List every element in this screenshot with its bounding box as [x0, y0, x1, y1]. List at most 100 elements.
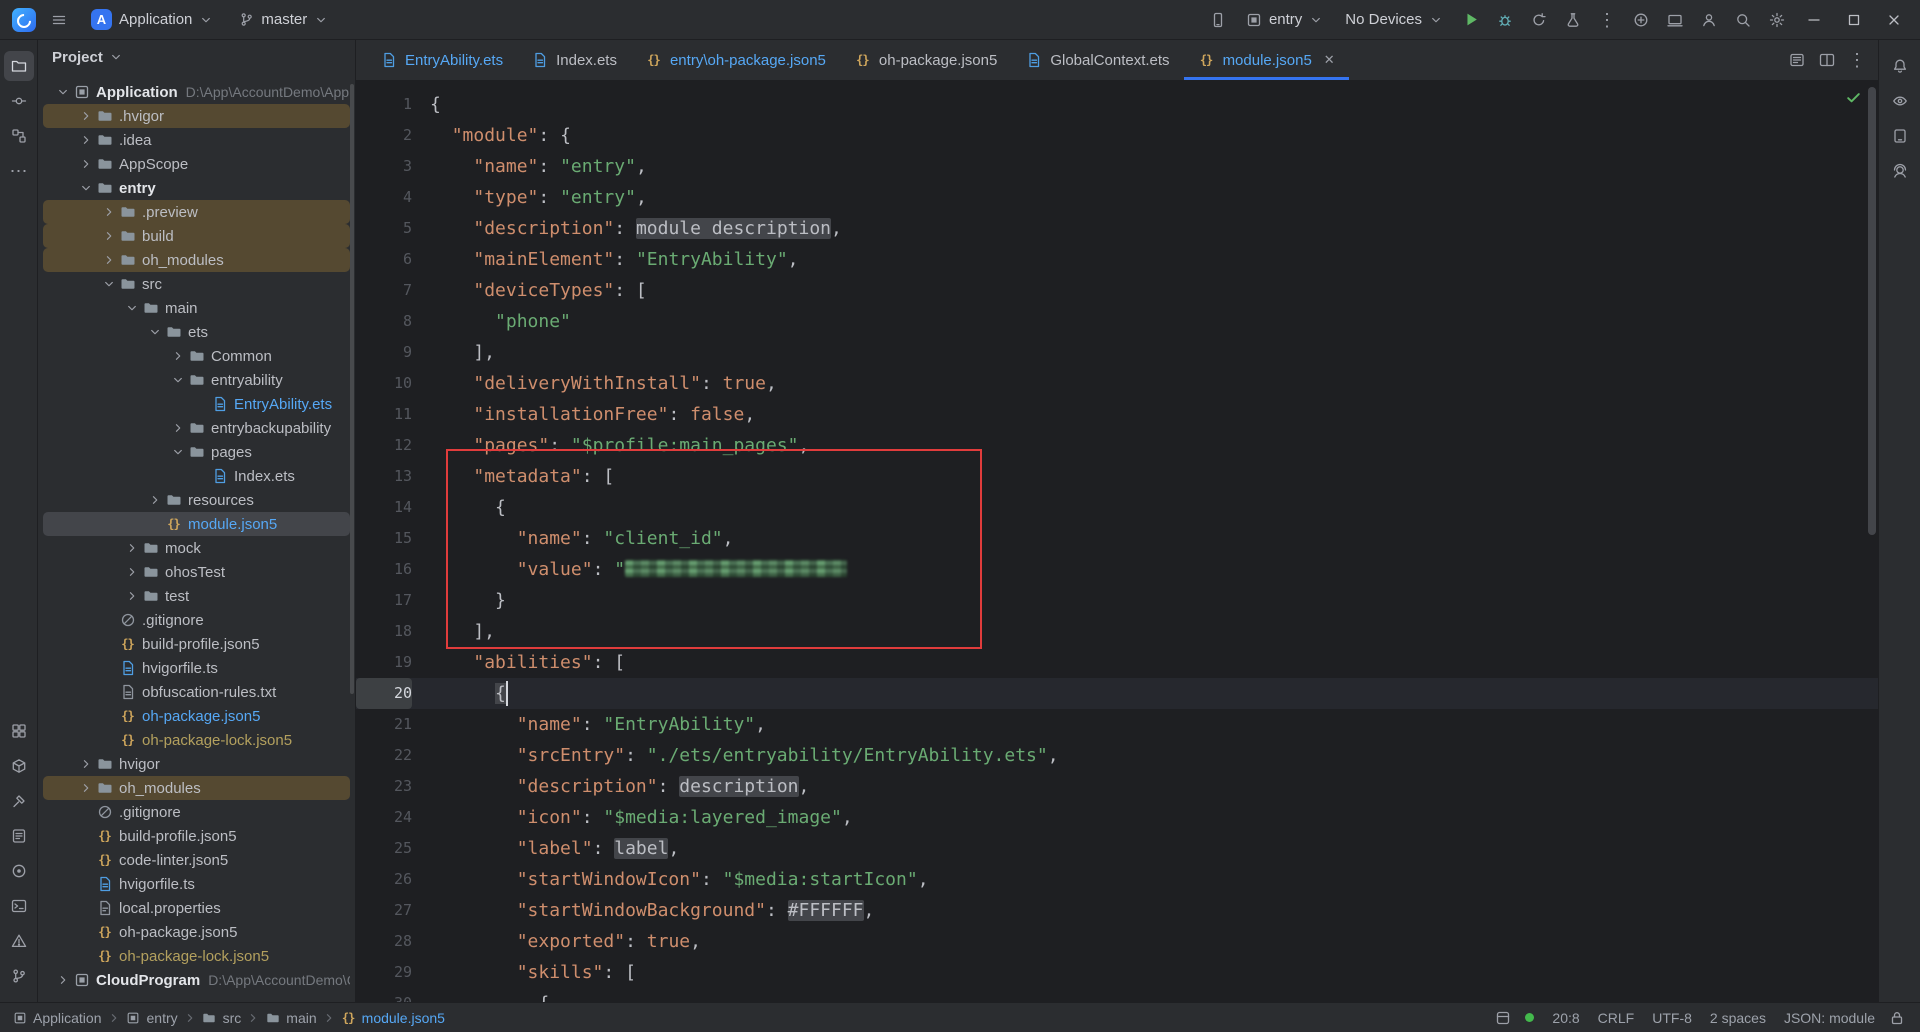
code-line[interactable]: 15 "name": "client_id",: [356, 523, 1878, 554]
line-number[interactable]: 9: [356, 337, 412, 368]
build-button[interactable]: [4, 786, 34, 816]
code-line[interactable]: 14 {: [356, 492, 1878, 523]
line-number[interactable]: 4: [356, 182, 412, 213]
code-line[interactable]: 24 "icon": "$media:layered_image",: [356, 802, 1878, 833]
tab-globalcontext-ets[interactable]: GlobalContext.ets: [1011, 40, 1183, 80]
assistant-button[interactable]: [1885, 156, 1915, 186]
chevron-down-icon[interactable]: [76, 179, 95, 198]
tree-item-common[interactable]: Common: [43, 344, 350, 368]
tree-item-resources[interactable]: resources: [43, 488, 350, 512]
line-number[interactable]: 25: [356, 833, 412, 864]
chevron-right-icon[interactable]: [168, 347, 187, 366]
window-maximize-button[interactable]: [1836, 6, 1872, 34]
close-icon[interactable]: ✕: [1324, 52, 1335, 68]
tree-item-ohostest[interactable]: ohosTest: [43, 560, 350, 584]
status-2-spaces[interactable]: 2 spaces: [1701, 1010, 1775, 1026]
device-phone-icon[interactable]: [1203, 6, 1233, 34]
line-number[interactable]: 28: [356, 926, 412, 957]
status-20-8[interactable]: 20:8: [1543, 1010, 1588, 1026]
code-line[interactable]: 7 "deviceTypes": [: [356, 275, 1878, 306]
line-number[interactable]: 7: [356, 275, 412, 306]
code-line[interactable]: 21 "name": "EntryAbility",: [356, 709, 1878, 740]
tree-item-oh-package-lock-json5[interactable]: {} oh-package-lock.json5: [43, 944, 350, 968]
line-number[interactable]: 16: [356, 554, 412, 585]
status-json-module[interactable]: JSON: module: [1775, 1010, 1884, 1026]
chevron-right-icon[interactable]: [76, 755, 95, 774]
tree-item-gitignore[interactable]: .gitignore: [43, 800, 350, 824]
tree-item-build-profile-json5[interactable]: {} build-profile.json5: [43, 632, 350, 656]
run-button[interactable]: [1456, 6, 1486, 34]
window-close-button[interactable]: [1876, 6, 1912, 34]
resources-button[interactable]: [4, 751, 34, 781]
code-line[interactable]: 26 "startWindowIcon": "$media:startIcon"…: [356, 864, 1878, 895]
tree-item-mock[interactable]: mock: [43, 536, 350, 560]
breadcrumb-src[interactable]: src: [200, 1010, 244, 1026]
code-line[interactable]: 8 "phone": [356, 306, 1878, 337]
tree-item-oh-modules[interactable]: oh_modules: [43, 776, 350, 800]
main-menu-icon[interactable]: [44, 6, 74, 34]
device-selector[interactable]: No Devices: [1336, 7, 1452, 32]
services-button[interactable]: [4, 716, 34, 746]
settings-gear-icon[interactable]: [1762, 6, 1792, 34]
status-utf-8[interactable]: UTF-8: [1643, 1010, 1701, 1026]
tree-item-idea[interactable]: .idea: [43, 128, 350, 152]
previewer-button[interactable]: [1885, 86, 1915, 116]
tree-item-hvigor[interactable]: hvigor: [43, 752, 350, 776]
chevron-right-icon[interactable]: [99, 227, 118, 246]
tree-item-obfuscation-rules-txt[interactable]: obfuscation-rules.txt: [43, 680, 350, 704]
tree-item-entryability-ets[interactable]: EntryAbility.ets: [43, 392, 350, 416]
line-number[interactable]: 21: [356, 709, 412, 740]
tree-item-oh-package-json5[interactable]: {} oh-package.json5: [43, 704, 350, 728]
notes-button[interactable]: [4, 821, 34, 851]
code-line[interactable]: 20 {: [356, 678, 1878, 709]
tree-item-build-profile-json5[interactable]: {} build-profile.json5: [43, 824, 350, 848]
chevron-right-icon[interactable]: [76, 107, 95, 126]
chevron-right-icon[interactable]: [122, 539, 141, 558]
line-number[interactable]: 29: [356, 957, 412, 988]
tree-item-code-linter-json5[interactable]: {} code-linter.json5: [43, 848, 350, 872]
tree-item-oh-modules[interactable]: oh_modules: [43, 248, 350, 272]
breadcrumb-module-json5[interactable]: {} module.json5: [339, 1010, 447, 1026]
line-number[interactable]: 30: [356, 988, 412, 1002]
tree-item-preview[interactable]: .preview: [43, 200, 350, 224]
terminal-button[interactable]: [4, 891, 34, 921]
code-line[interactable]: 12 "pages": "$profile:main_pages",: [356, 430, 1878, 461]
more-button[interactable]: ⋯: [4, 156, 34, 186]
code-line[interactable]: 11 "installationFree": false,: [356, 399, 1878, 430]
code-line[interactable]: 1{: [356, 89, 1878, 120]
debug-button[interactable]: [1490, 6, 1520, 34]
lock-icon[interactable]: [1884, 1006, 1910, 1030]
line-number[interactable]: 5: [356, 213, 412, 244]
code-line[interactable]: 28 "exported": true,: [356, 926, 1878, 957]
tab-module-json5[interactable]: {} module.json5 ✕: [1183, 40, 1349, 80]
run-target-selector[interactable]: entry: [1237, 7, 1332, 32]
tree-item-index-ets[interactable]: Index.ets: [43, 464, 350, 488]
line-number[interactable]: 24: [356, 802, 412, 833]
tree-item-oh-package-json5[interactable]: {} oh-package.json5: [43, 920, 350, 944]
line-number[interactable]: 14: [356, 492, 412, 523]
search-icon[interactable]: [1728, 6, 1758, 34]
tree-item-src[interactable]: src: [43, 272, 350, 296]
code-line[interactable]: 30 {: [356, 988, 1878, 1002]
chevron-down-icon[interactable]: [145, 323, 164, 342]
line-number[interactable]: 20: [356, 678, 412, 709]
line-number[interactable]: 27: [356, 895, 412, 926]
chevron-down-icon[interactable]: [99, 275, 118, 294]
line-number[interactable]: 2: [356, 120, 412, 151]
chevron-right-icon[interactable]: [145, 491, 164, 510]
line-number[interactable]: 13: [356, 461, 412, 492]
device-manager-icon[interactable]: [1660, 6, 1690, 34]
tree-item-entry[interactable]: entry: [43, 176, 350, 200]
line-number[interactable]: 3: [356, 151, 412, 182]
tree-item-entrybackupability[interactable]: entrybackupability: [43, 416, 350, 440]
chevron-down-icon[interactable]: [168, 371, 187, 390]
code-line[interactable]: 29 "skills": [: [356, 957, 1878, 988]
breadcrumb-application[interactable]: Application: [10, 1010, 104, 1026]
line-number[interactable]: 8: [356, 306, 412, 337]
commit-button[interactable]: [4, 86, 34, 116]
project-scrollbar[interactable]: [350, 84, 354, 694]
tab-oh-package-json5[interactable]: {} oh-package.json5: [840, 40, 1011, 80]
chevron-right-icon[interactable]: [122, 563, 141, 582]
tree-item-hvigorfile-ts[interactable]: hvigorfile.ts: [43, 872, 350, 896]
code-line[interactable]: 18 ],: [356, 616, 1878, 647]
